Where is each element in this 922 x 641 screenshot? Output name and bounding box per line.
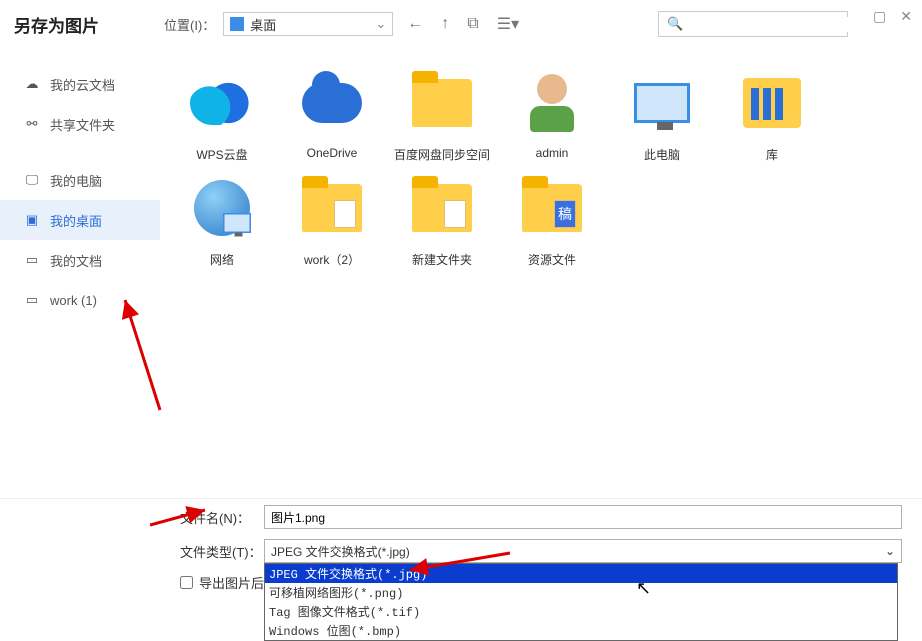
grid-item[interactable]: 网络 [170, 173, 274, 268]
sidebar-item-label: 我的云文档 [50, 75, 115, 94]
sidebar-item-documents[interactable]: ▭ 我的文档 [0, 240, 160, 280]
filename-input[interactable] [264, 505, 902, 529]
item-label: admin [536, 146, 569, 160]
item-thumb [627, 68, 697, 138]
grid-item[interactable]: 百度网盘同步空间 [390, 68, 494, 163]
item-thumb [407, 173, 477, 243]
sidebar-item-label: 共享文件夹 [50, 115, 115, 134]
sidebar-item-label: work (1) [50, 293, 97, 308]
cloud-icon: ☁ [24, 76, 40, 92]
grid-item[interactable]: 新建文件夹 [390, 173, 494, 268]
sidebar-item-shared[interactable]: ⚯ 共享文件夹 [0, 104, 160, 144]
back-icon[interactable]: ← [407, 15, 423, 33]
close-icon[interactable]: ✕ [900, 8, 912, 25]
item-thumb [187, 173, 257, 243]
item-thumb [517, 68, 587, 138]
sidebar-item-computer[interactable]: 🖵 我的电脑 [0, 160, 160, 200]
sidebar-item-label: 我的文档 [50, 251, 102, 270]
item-thumb [407, 68, 477, 138]
sidebar: ☁ 我的云文档 ⚯ 共享文件夹 🖵 我的电脑 ▣ 我的桌面 ▭ 我的文档 ▭ w… [0, 48, 160, 498]
grid-item[interactable]: OneDrive [280, 68, 384, 163]
dropdown-option[interactable]: Tag 图像文件格式(*.tif) [265, 602, 897, 621]
sidebar-item-work1[interactable]: ▭ work (1) [0, 280, 160, 320]
search-input[interactable]: 🔍 [658, 11, 848, 37]
filename-label: 文件名(N)： [180, 508, 264, 527]
filetype-value: JPEG 文件交换格式(*.jpg) [271, 543, 410, 560]
maximize-icon[interactable]: ▢ [873, 8, 886, 25]
item-label: 资源文件 [528, 251, 576, 268]
search-icon: 🔍 [667, 16, 683, 32]
item-thumb [737, 68, 807, 138]
item-label: WPS云盘 [196, 146, 247, 163]
folder-icon: ▭ [24, 292, 40, 308]
grid-item[interactable]: work（2） [280, 173, 384, 268]
item-thumb [297, 68, 367, 138]
sidebar-item-cloud-docs[interactable]: ☁ 我的云文档 [0, 64, 160, 104]
titlebar: 另存为图片 位置(I)： 桌面 ⌄ ← ↑ ⧉ ☰▾ 🔍 [0, 0, 922, 48]
folder-icon: ▭ [24, 252, 40, 268]
item-label: 此电脑 [644, 146, 680, 163]
file-grid: WPS云盘 OneDrive 百度网盘同步空间 admin 此电脑 库网络 work（2） 新… [160, 48, 922, 498]
share-icon: ⚯ [24, 116, 40, 132]
item-label: OneDrive [307, 146, 358, 160]
grid-item[interactable]: 库 [720, 68, 824, 163]
dropdown-option[interactable]: 可移植网络图形(*.png) [265, 583, 897, 602]
dropdown-option[interactable]: JPEG 文件交换格式(*.jpg) [265, 564, 897, 583]
location-value: 桌面 [250, 15, 375, 34]
dropdown-option[interactable]: Windows 位图(*.bmp) [265, 621, 897, 640]
filetype-label: 文件类型(T)： [180, 542, 264, 561]
chevron-down-icon: ⌄ [885, 544, 895, 558]
item-label: work（2） [304, 251, 360, 268]
sidebar-item-label: 我的电脑 [50, 171, 102, 190]
item-label: 网络 [210, 251, 234, 268]
item-label: 新建文件夹 [412, 251, 472, 268]
filetype-dropdown-list[interactable]: JPEG 文件交换格式(*.jpg) 可移植网络图形(*.png) Tag 图像… [264, 563, 898, 641]
item-label: 百度网盘同步空间 [394, 146, 490, 163]
computer-icon: 🖵 [24, 172, 40, 188]
item-thumb: 稿 [517, 173, 587, 243]
filetype-dropdown[interactable]: JPEG 文件交换格式(*.jpg) ⌄ [264, 539, 902, 563]
location-dropdown[interactable]: 桌面 ⌄ [223, 12, 393, 36]
grid-item[interactable]: 此电脑 [610, 68, 714, 163]
grid-item[interactable]: 稿资源文件 [500, 173, 604, 268]
grid-item[interactable]: admin [500, 68, 604, 163]
location-label: 位置(I)： [164, 15, 215, 34]
export-after-label: 导出图片后 [199, 573, 264, 592]
desktop-icon: ▣ [24, 212, 40, 228]
sidebar-item-label: 我的桌面 [50, 211, 102, 230]
view-icon[interactable]: ☰▾ [497, 14, 519, 34]
item-thumb [187, 68, 257, 138]
item-thumb [297, 173, 367, 243]
search-field[interactable] [689, 17, 866, 32]
grid-item[interactable]: WPS云盘 [170, 68, 274, 163]
cursor-icon: ↖ [636, 578, 651, 599]
disk-icon [230, 17, 244, 31]
chevron-down-icon: ⌄ [375, 16, 386, 32]
nav-toolbar: ← ↑ ⧉ ☰▾ [407, 14, 519, 34]
new-folder-icon[interactable]: ⧉ [467, 15, 478, 33]
export-after-checkbox[interactable] [180, 576, 193, 589]
sidebar-item-desktop[interactable]: ▣ 我的桌面 [0, 200, 160, 240]
window-controls: ▢ ✕ [873, 8, 912, 25]
item-label: 库 [766, 146, 778, 163]
up-icon[interactable]: ↑ [441, 15, 449, 33]
dialog-title: 另存为图片 [14, 12, 154, 37]
